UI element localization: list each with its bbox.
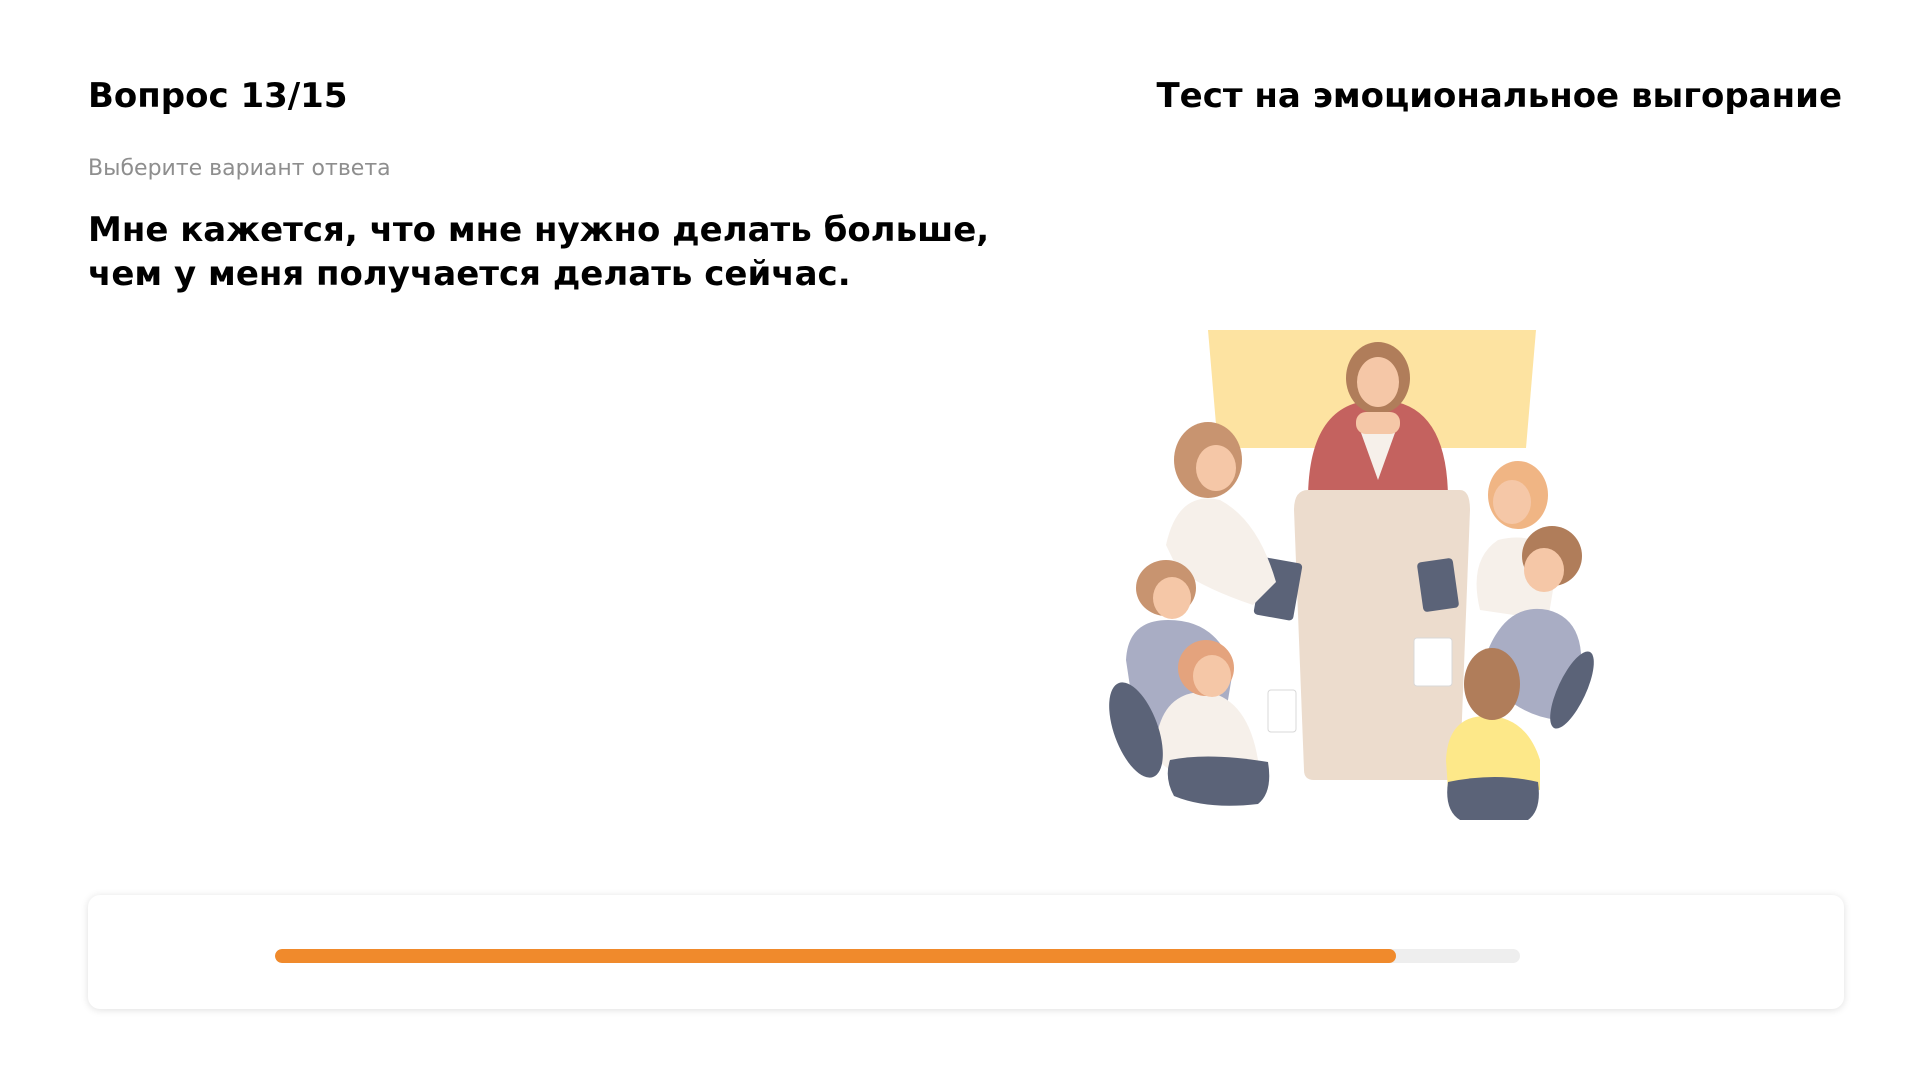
person-face — [1524, 548, 1564, 592]
test-title: Тест на эмоциональное выгорание — [1156, 76, 1842, 116]
person-face — [1193, 655, 1231, 697]
team-meeting-graphic — [1109, 330, 1594, 820]
question-text: Мне кажется, что мне нужно делать больше… — [88, 208, 990, 296]
person-hair — [1464, 648, 1520, 720]
person-face — [1153, 577, 1191, 619]
meeting-table — [1294, 490, 1470, 780]
paper — [1267, 689, 1297, 733]
paper — [1417, 558, 1459, 612]
progress-bar-fill — [275, 949, 1396, 963]
team-meeting-illustration — [1108, 320, 1608, 820]
person-face — [1493, 480, 1531, 524]
progress-panel — [88, 895, 1844, 1009]
answer-instruction: Выберите вариант ответа — [88, 156, 391, 181]
leader-hands — [1356, 412, 1400, 434]
leader-face — [1357, 357, 1399, 407]
paper — [1413, 637, 1453, 687]
question-text-line: Мне кажется, что мне нужно делать больше… — [88, 210, 990, 250]
chair — [1447, 777, 1539, 820]
progress-bar-track — [275, 949, 1520, 963]
question-counter: Вопрос 13/15 — [88, 76, 348, 116]
question-text-line: чем у меня получается делать сейчас. — [88, 254, 851, 294]
chair — [1167, 756, 1270, 806]
person-face — [1196, 445, 1236, 491]
